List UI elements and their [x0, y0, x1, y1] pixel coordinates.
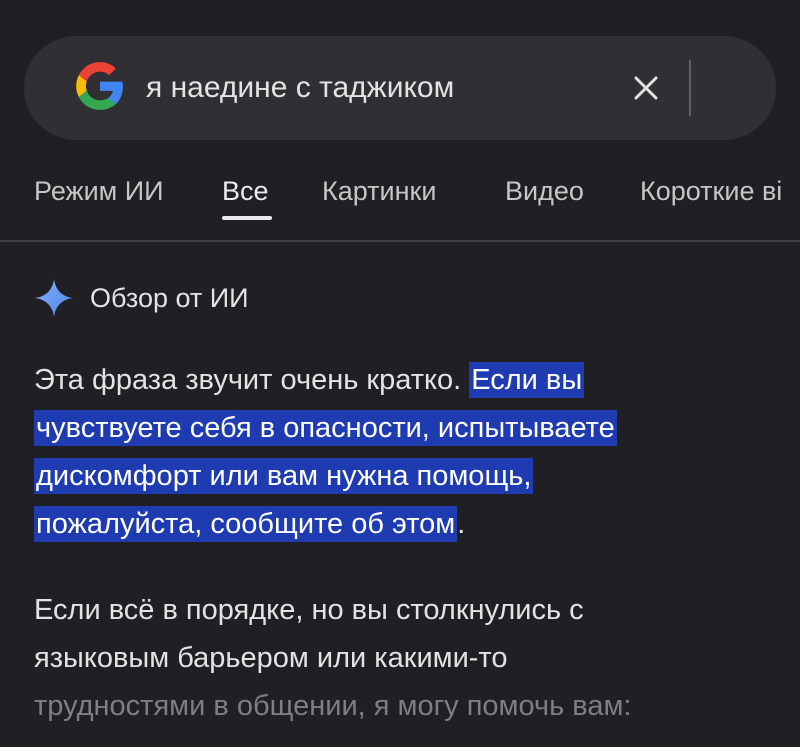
search-input[interactable] — [146, 66, 586, 110]
close-icon — [634, 76, 658, 100]
tab-shorts[interactable]: Короткие ві — [640, 176, 782, 207]
sparkle-icon — [35, 279, 73, 317]
search-tabs: Режим ИИ Все Картинки Видео Короткие ві — [0, 160, 800, 242]
ai-overview-header: Обзор от ИИ — [34, 278, 249, 318]
ai-answer-paragraph-2: Если всё в порядке, но вы столкнулись с … — [34, 586, 774, 730]
google-g-logo — [76, 62, 123, 110]
answer-line: языковым барьером или какими-то — [34, 642, 508, 674]
ai-answer-paragraph-1: Эта фраза звучит очень кратко. Если вы чу… — [34, 356, 774, 548]
tab-ai-mode[interactable]: Режим ИИ — [34, 176, 164, 207]
answer-lead-text: Эта фраза звучит очень кратко. — [34, 364, 470, 396]
ai-overview-title: Обзор от ИИ — [90, 282, 249, 313]
clear-search-button[interactable] — [622, 64, 670, 112]
tab-all[interactable]: Все — [222, 176, 269, 207]
search-bar[interactable] — [24, 36, 776, 140]
highlighted-text: дискомфорт или вам нужна помощь, — [34, 458, 534, 494]
highlighted-text: Если вы — [469, 362, 585, 398]
tab-images[interactable]: Картинки — [322, 176, 436, 207]
tab-videos[interactable]: Видео — [505, 176, 584, 207]
search-divider — [689, 60, 691, 116]
highlighted-text: пожалуйста, сообщите об этом — [34, 506, 458, 542]
answer-line-faded: трудностями в общении, я могу помочь вам… — [34, 690, 632, 722]
highlighted-text: чувствуете себя в опасности, испытываете — [34, 410, 617, 446]
answer-line: Если всё в порядке, но вы столкнулись с — [34, 594, 584, 626]
answer-tail-text: . — [457, 508, 466, 540]
active-tab-indicator — [222, 216, 272, 220]
